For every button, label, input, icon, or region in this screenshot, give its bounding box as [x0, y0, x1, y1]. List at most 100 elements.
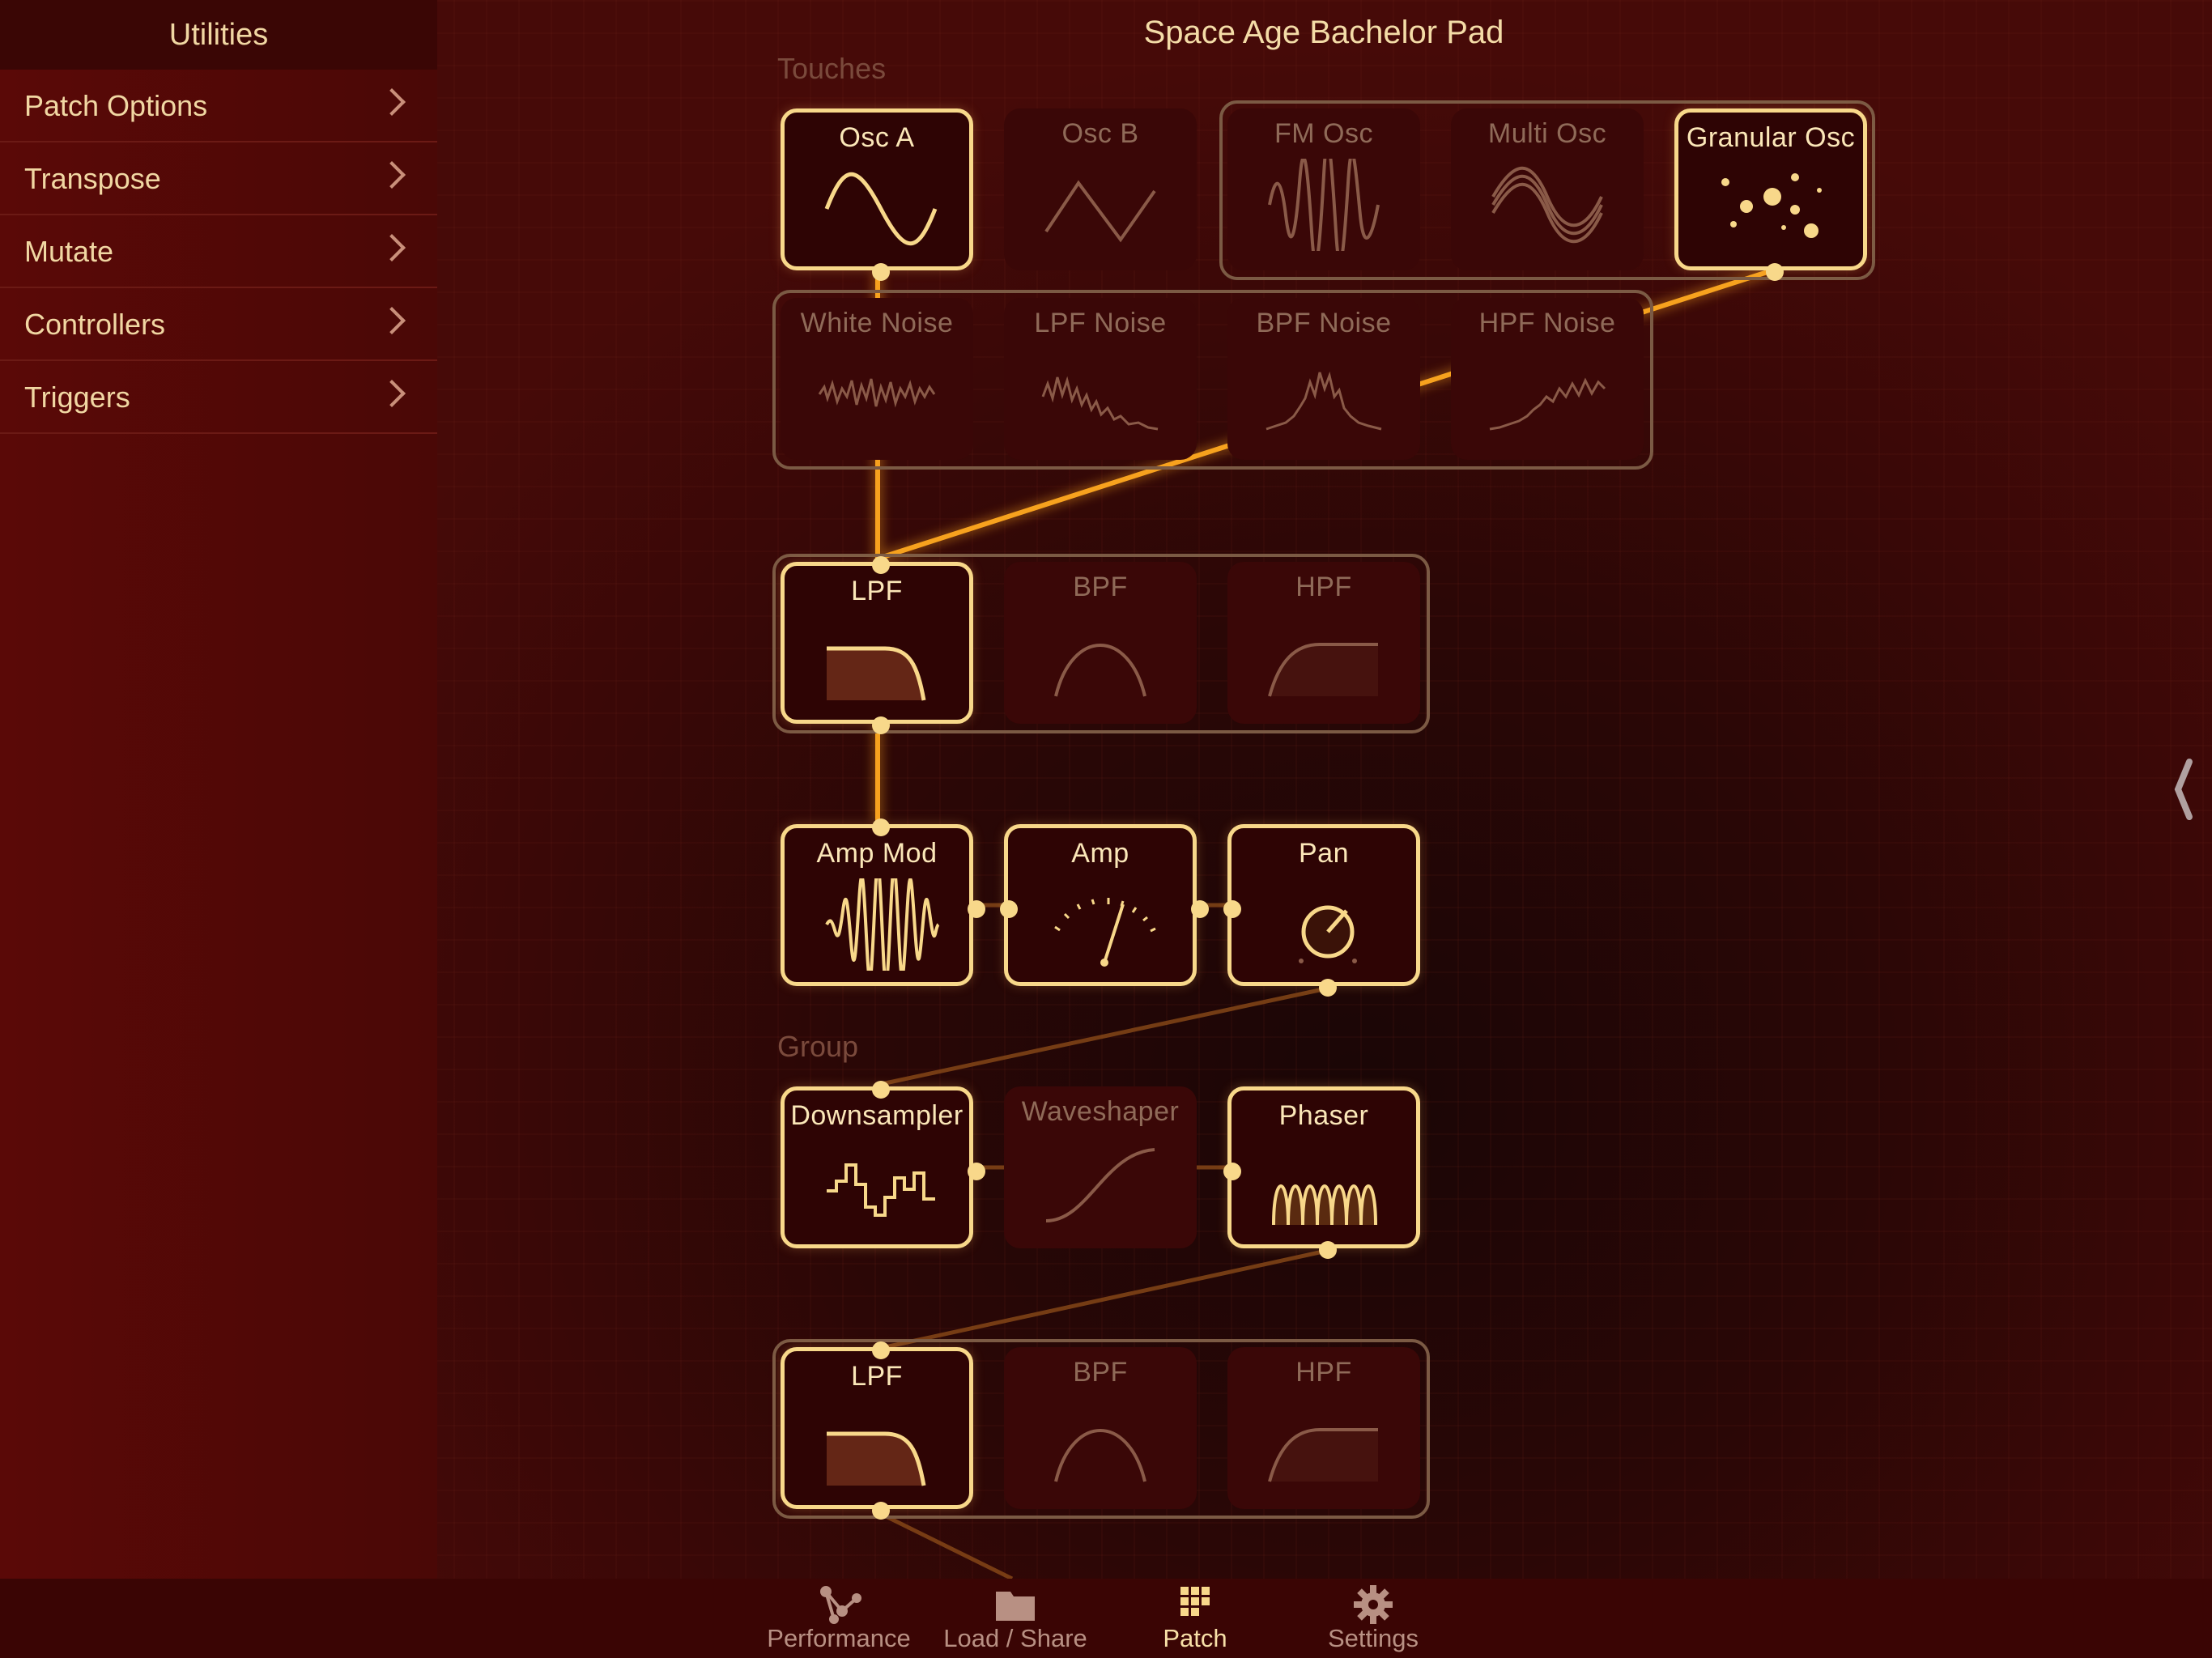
input-port[interactable] [1223, 900, 1241, 918]
module-downsampler[interactable]: Downsampler [781, 1081, 985, 1248]
output-port[interactable] [968, 900, 985, 918]
folder-icon [996, 1592, 1035, 1621]
tab-patch[interactable]: Patch [1106, 1579, 1284, 1658]
bottom-tab-bar: Performance Load / Share Patch Settings [0, 1579, 2212, 1658]
module-white-noise[interactable]: White Noise [781, 298, 973, 460]
output-port[interactable] [1766, 263, 1784, 281]
module-amp-mod[interactable]: Amp Mod [781, 818, 985, 986]
module-label: HPF [1295, 1357, 1352, 1388]
output-port[interactable] [968, 1163, 985, 1180]
input-port[interactable] [872, 818, 890, 836]
lpf-noise-icon [1041, 376, 1159, 431]
chevron-right-icon [378, 161, 406, 189]
fm-wave-icon [1268, 159, 1380, 251]
module-hpf[interactable]: HPF [1227, 562, 1420, 724]
chevron-right-icon [378, 234, 406, 261]
module-granular-osc[interactable]: Granular Osc [1674, 108, 1867, 281]
module-osc-a[interactable]: Osc A [781, 108, 973, 281]
input-port[interactable] [872, 1081, 890, 1099]
share-nodes-icon [820, 1586, 861, 1624]
bandpass-filter-icon [1054, 1429, 1146, 1482]
module-lpf[interactable]: LPF [781, 556, 973, 734]
input-port[interactable] [872, 556, 890, 574]
output-port[interactable] [872, 1502, 890, 1520]
module-waveshaper[interactable]: Waveshaper [1004, 1086, 1197, 1248]
input-port[interactable] [1000, 900, 1018, 918]
sidebar-title: Utilities [0, 0, 437, 70]
bpf-noise-icon [1266, 371, 1382, 431]
module-label: Osc B [1061, 118, 1139, 149]
sine-wave-icon [824, 172, 938, 246]
module-label: LPF [851, 576, 903, 606]
collapse-panel-tab[interactable] [2170, 757, 2196, 822]
module-osc-b[interactable]: Osc B [1004, 108, 1197, 270]
module-label: HPF [1295, 572, 1352, 602]
module-hpf-2[interactable]: HPF [1227, 1347, 1420, 1509]
tab-label: Patch [1163, 1624, 1227, 1652]
module-multi-osc[interactable]: Multi Osc [1451, 108, 1644, 270]
module-hpf-noise[interactable]: HPF Noise [1451, 298, 1644, 460]
amp-meter-icon [1054, 898, 1156, 967]
white-noise-icon [818, 378, 936, 408]
module-label: HPF Noise [1478, 308, 1616, 338]
gear-icon [1354, 1585, 1393, 1624]
module-bpf-2[interactable]: BPF [1004, 1347, 1197, 1509]
module-label: BPF Noise [1256, 308, 1392, 338]
module-lpf-2[interactable]: LPF [781, 1341, 973, 1520]
sidebar-item-patch-options[interactable]: Patch Options [0, 71, 437, 142]
sidebar-item-label: Mutate [24, 235, 114, 268]
module-phaser[interactable]: Phaser [1223, 1086, 1420, 1259]
amp-mod-wave-icon [825, 878, 940, 971]
wire-lpf2-out [876, 1510, 1014, 1581]
tab-load-share[interactable]: Load / Share [926, 1579, 1104, 1658]
module-label: Multi Osc [1487, 118, 1607, 149]
sidebar-item-label: Triggers [24, 380, 130, 414]
section-label-touches: Touches [777, 52, 887, 85]
sidebar-item-mutate[interactable]: Mutate [0, 217, 437, 288]
sidebar-item-label: Patch Options [24, 89, 208, 122]
output-port[interactable] [1191, 900, 1209, 918]
granular-particles-icon [1721, 173, 1822, 238]
module-label: Pan [1299, 838, 1349, 869]
module-label: BPF [1073, 572, 1128, 602]
module-label: White Noise [800, 308, 954, 338]
tab-label: Settings [1327, 1624, 1419, 1652]
module-label: Phaser [1278, 1100, 1369, 1131]
sidebar-item-triggers[interactable]: Triggers [0, 363, 437, 434]
tab-settings[interactable]: Settings [1284, 1579, 1462, 1658]
output-port[interactable] [1319, 979, 1337, 997]
module-label: LPF [851, 1361, 903, 1392]
output-port[interactable] [872, 716, 890, 734]
tab-label: Load / Share [943, 1624, 1087, 1652]
module-pan[interactable]: Pan [1223, 824, 1420, 997]
output-port[interactable] [1319, 1241, 1337, 1259]
sidebar-item-transpose[interactable]: Transpose [0, 144, 437, 215]
triangle-wave-icon [1044, 180, 1156, 243]
module-lpf-noise[interactable]: LPF Noise [1004, 298, 1197, 460]
output-port[interactable] [872, 263, 890, 281]
sidebar-item-label: Transpose [24, 162, 161, 195]
module-label: Amp [1071, 838, 1129, 869]
module-label: Waveshaper [1021, 1096, 1180, 1127]
module-label: FM Osc [1274, 118, 1373, 149]
module-amp[interactable]: Amp [1000, 824, 1209, 986]
module-bpf[interactable]: BPF [1004, 562, 1197, 724]
highpass-filter-icon [1268, 643, 1378, 697]
module-fm-osc[interactable]: FM Osc [1227, 108, 1420, 270]
chevron-right-icon [378, 307, 406, 334]
patch-title: Space Age Bachelor Pad [1143, 15, 1504, 50]
waveshaper-curve-icon [1045, 1148, 1155, 1222]
lowpass-filter-icon [827, 1431, 926, 1486]
wire-pan-to-downsampler [877, 987, 1324, 1087]
multi-wave-icon [1491, 166, 1603, 244]
lowpass-filter-icon [827, 646, 926, 701]
input-port[interactable] [872, 1341, 890, 1359]
tab-performance[interactable]: Performance [750, 1579, 928, 1658]
pan-knob-icon [1299, 905, 1357, 963]
section-label-group: Group [777, 1030, 859, 1063]
tab-label: Performance [767, 1624, 911, 1652]
input-port[interactable] [1223, 1163, 1241, 1180]
module-label: LPF Noise [1034, 308, 1167, 338]
module-bpf-noise[interactable]: BPF Noise [1227, 298, 1420, 460]
sidebar-item-controllers[interactable]: Controllers [0, 290, 437, 361]
